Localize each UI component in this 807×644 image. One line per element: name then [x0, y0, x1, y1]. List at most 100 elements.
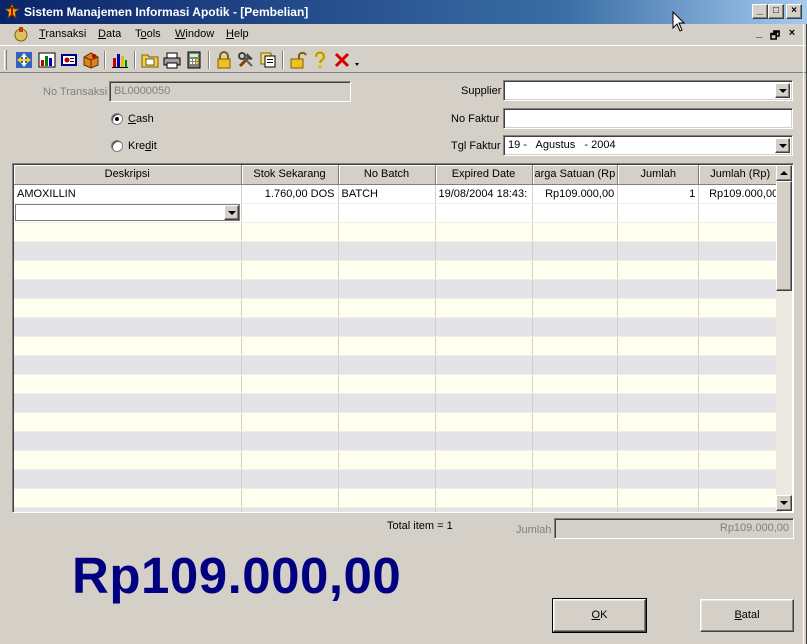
grid-cell[interactable]: [14, 355, 242, 375]
grid-cell[interactable]: [617, 336, 700, 356]
grid-cell[interactable]: [241, 374, 339, 394]
grid-cell[interactable]: [435, 260, 533, 280]
grid-cell[interactable]: [241, 488, 339, 508]
grid-cell[interactable]: [435, 203, 533, 223]
cash-label[interactable]: Cash: [128, 113, 154, 125]
grid-cell[interactable]: [241, 450, 339, 470]
grid-cell[interactable]: [532, 298, 619, 318]
grid-cell[interactable]: [338, 260, 436, 280]
grid-cell[interactable]: [698, 355, 783, 375]
grid-cell[interactable]: [617, 374, 700, 394]
purchase-grid[interactable]: Deskripsi Stok Sekarang No Batch Expired…: [12, 163, 794, 513]
grid-cell[interactable]: [14, 431, 242, 451]
cell-stok-sekarang[interactable]: 1.760,00 DOS: [241, 184, 339, 204]
ok-button[interactable]: OK: [552, 598, 647, 633]
help-icon[interactable]: [310, 50, 330, 70]
table-row[interactable]: [14, 488, 783, 508]
table-row[interactable]: [14, 279, 783, 299]
cell-jumlah[interactable]: 1: [617, 184, 700, 204]
kredit-label[interactable]: Kredit: [128, 140, 157, 152]
scroll-thumb[interactable]: [776, 181, 792, 291]
menu-transaksi[interactable]: Transaksi: [39, 28, 86, 40]
grid-cell[interactable]: [338, 412, 436, 432]
grid-cell[interactable]: [14, 488, 242, 508]
grid-cell[interactable]: [698, 279, 783, 299]
grid-cell[interactable]: [698, 469, 783, 489]
grid-cell[interactable]: [532, 412, 619, 432]
grid-cell[interactable]: [241, 222, 339, 242]
grid-cell[interactable]: [532, 374, 619, 394]
grid-cell[interactable]: [532, 450, 619, 470]
chevron-down-icon[interactable]: [223, 205, 239, 220]
grid-cell[interactable]: [617, 241, 700, 261]
table-row[interactable]: [14, 469, 783, 489]
grid-cell[interactable]: [698, 431, 783, 451]
grid-cell[interactable]: [435, 412, 533, 432]
deskripsi-combo[interactable]: [15, 204, 240, 221]
grid-cell[interactable]: [532, 279, 619, 299]
grid-cell[interactable]: [435, 374, 533, 394]
grid-cell[interactable]: [241, 469, 339, 489]
grid-cell[interactable]: [532, 222, 619, 242]
grid-cell[interactable]: [435, 488, 533, 508]
grid-cell[interactable]: [617, 488, 700, 508]
grid-cell[interactable]: [14, 336, 242, 356]
grid-cell[interactable]: [698, 488, 783, 508]
minimize-button[interactable]: _: [752, 4, 768, 19]
grid-cell[interactable]: [532, 507, 619, 512]
grid-cell[interactable]: [435, 393, 533, 413]
table-row[interactable]: [14, 412, 783, 432]
grid-cell[interactable]: [698, 507, 783, 512]
grid-cell[interactable]: [435, 469, 533, 489]
batal-button[interactable]: Batal: [700, 599, 794, 632]
grid-cell[interactable]: [698, 222, 783, 242]
grid-cell[interactable]: [338, 317, 436, 337]
grid-cell[interactable]: [532, 241, 619, 261]
grid-cell[interactable]: [14, 241, 242, 261]
column-header-jumlah[interactable]: Jumlah: [617, 165, 700, 185]
grid-vertical-scrollbar[interactable]: [776, 165, 792, 511]
grid-cell[interactable]: [435, 507, 533, 512]
column-header-no-batch[interactable]: No Batch: [338, 165, 436, 185]
mdi-minimize-button[interactable]: _: [753, 27, 765, 39]
grid-cell[interactable]: [14, 279, 242, 299]
cell-jumlah-rp[interactable]: Rp109.000,00: [698, 184, 783, 204]
grid-cell[interactable]: [532, 355, 619, 375]
column-header-deskripsi[interactable]: Deskripsi: [14, 165, 242, 185]
grid-cell[interactable]: [14, 507, 242, 512]
table-row[interactable]: [14, 260, 783, 280]
grid-cell[interactable]: [338, 222, 436, 242]
grid-cell[interactable]: [532, 260, 619, 280]
grid-cell[interactable]: [338, 336, 436, 356]
grid-cell[interactable]: [435, 450, 533, 470]
menu-help[interactable]: Help: [226, 28, 249, 40]
grid-cell[interactable]: [338, 374, 436, 394]
grid-cell[interactable]: [241, 336, 339, 356]
chevron-down-icon[interactable]: [775, 138, 790, 153]
grid-cell[interactable]: [698, 260, 783, 280]
grid-cell[interactable]: [241, 412, 339, 432]
column-header-harga-satuan[interactable]: arga Satuan (Rp: [532, 165, 619, 185]
table-row[interactable]: [14, 241, 783, 261]
grid-cell[interactable]: [14, 317, 242, 337]
grid-cell[interactable]: [617, 355, 700, 375]
grid-cell[interactable]: [241, 298, 339, 318]
dropdown-arrow-icon[interactable]: [350, 50, 364, 70]
grid-cell[interactable]: [241, 317, 339, 337]
grid-cell[interactable]: [617, 431, 700, 451]
grid-cell[interactable]: [698, 298, 783, 318]
table-row[interactable]: [14, 222, 783, 242]
grid-cell[interactable]: [532, 488, 619, 508]
scroll-down-icon[interactable]: [776, 495, 792, 511]
grid-cell[interactable]: [617, 222, 700, 242]
table-row[interactable]: [14, 355, 783, 375]
grid-cell[interactable]: [617, 412, 700, 432]
grid-cell[interactable]: [338, 298, 436, 318]
copy-icon[interactable]: [258, 50, 278, 70]
grid-cell[interactable]: [532, 336, 619, 356]
grid-cell[interactable]: [435, 336, 533, 356]
grid-cell[interactable]: [338, 507, 436, 512]
grid-cell[interactable]: [435, 317, 533, 337]
table-row[interactable]: [14, 336, 783, 356]
grid-cell[interactable]: [617, 469, 700, 489]
